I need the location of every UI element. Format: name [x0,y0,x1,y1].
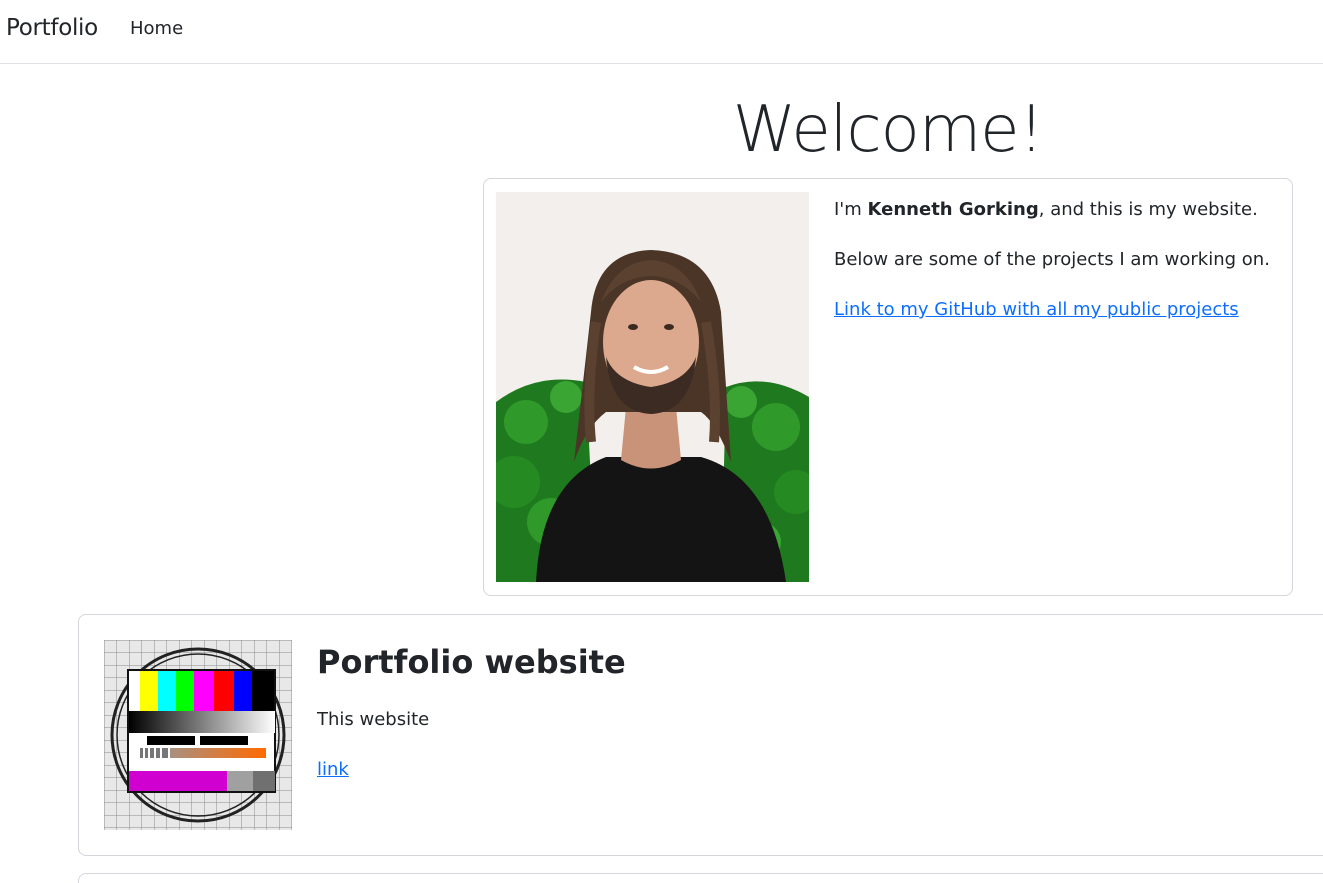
nav-link-home[interactable]: Home [130,17,183,41]
project-card: Portfolio website This website link [78,614,1323,856]
intro-line-github: Link to my GitHub with all my public pro… [834,297,1284,322]
project-description: This website [317,709,430,730]
intro-suffix: , and this is my website. [1038,199,1258,220]
intro-text: I'm Kenneth Gorking, and this is my webs… [834,197,1284,347]
github-link[interactable]: Link to my GitHub with all my public pro… [834,299,1239,320]
tv-test-pattern-icon [104,640,292,830]
intro-line-name: I'm Kenneth Gorking, and this is my webs… [834,197,1284,222]
navbar: Portfolio Home [0,0,1323,64]
author-name: Kenneth Gorking [867,199,1039,220]
project-title: Portfolio website [317,643,626,681]
profile-photo [496,192,809,582]
intro-card: I'm Kenneth Gorking, and this is my webs… [483,178,1293,596]
next-project-card [78,873,1323,883]
intro-line-projects: Below are some of the projects I am work… [834,249,1270,270]
brand-link[interactable]: Portfolio [6,13,98,43]
page-title: Welcome! [732,93,1044,167]
project-link[interactable]: link [317,757,349,782]
intro-prefix: I'm [834,199,868,220]
